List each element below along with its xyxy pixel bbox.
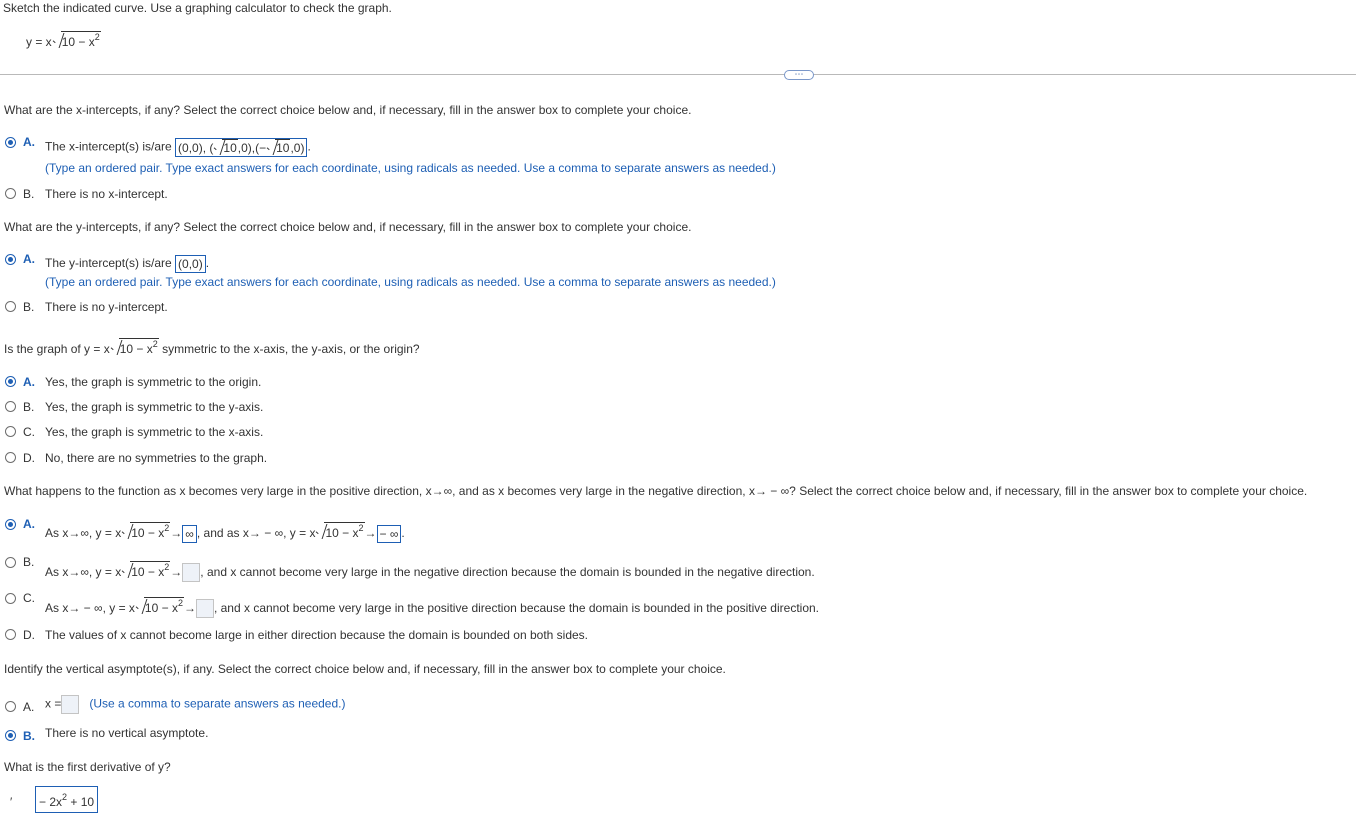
end-behavior-option-c-letter: C. bbox=[23, 591, 35, 605]
symmetry-option-b-radio[interactable] bbox=[5, 401, 16, 412]
symmetry-option-d: No, there are no symmetries to the graph… bbox=[45, 451, 268, 465]
problem-equation: y = x 10 − x2 bbox=[26, 31, 101, 49]
y-intercept-option-b: There is no y-intercept. bbox=[45, 300, 168, 314]
symmetry-option-d-letter: D. bbox=[23, 451, 35, 465]
x-intercept-option-a: The x-intercept(s) is/are (0,0), (10,0),… bbox=[45, 138, 311, 157]
vertical-asymptote-option-b-letter: B. bbox=[23, 729, 35, 743]
vertical-asymptote-option-a-letter: A. bbox=[23, 700, 35, 714]
symmetry-option-b-letter: B. bbox=[23, 400, 35, 414]
y-intercept-option-a-letter: A. bbox=[23, 252, 35, 266]
vertical-asymptote-option-b-radio[interactable] bbox=[5, 730, 16, 741]
end-behavior-option-d-radio[interactable] bbox=[5, 629, 16, 640]
vertical-asymptote-question: Identify the vertical asymptote(s), if a… bbox=[4, 662, 726, 676]
end-behavior-option-b-input[interactable] bbox=[182, 563, 201, 583]
end-behavior-answer-negative[interactable]: − ∞ bbox=[376, 524, 402, 543]
divider bbox=[0, 74, 1356, 75]
y-intercept-answer-box[interactable]: (0,0) bbox=[175, 255, 206, 273]
expand-more-button[interactable]: ⋯ bbox=[784, 70, 814, 80]
symmetry-question: Is the graph of y = x 10 − x2 symmetric t… bbox=[4, 338, 420, 356]
x-intercept-option-b: There is no x-intercept. bbox=[45, 187, 168, 201]
x-intercept-option-a-letter: A. bbox=[23, 135, 35, 149]
y-intercept-question: What are the y-intercepts, if any? Selec… bbox=[4, 220, 692, 234]
x-intercept-option-b-radio[interactable] bbox=[5, 188, 16, 199]
end-behavior-option-d-letter: D. bbox=[23, 628, 35, 642]
x-intercept-option-b-letter: B. bbox=[23, 187, 35, 201]
end-behavior-option-d: The values of x cannot become large in e… bbox=[45, 628, 589, 642]
symmetry-option-a-letter: A. bbox=[23, 375, 35, 389]
symmetry-option-a: Yes, the graph is symmetric to the origi… bbox=[45, 375, 262, 389]
end-behavior-question: What happens to the function as x become… bbox=[4, 484, 1308, 498]
derivative-question: What is the first derivative of y? bbox=[4, 760, 171, 774]
x-intercept-option-a-radio[interactable] bbox=[5, 137, 16, 148]
derivative-answer-box[interactable]: − 2x2 + 10 bbox=[35, 786, 99, 813]
problem-instruction: Sketch the indicated curve. Use a graphi… bbox=[3, 1, 392, 15]
vertical-asymptote-option-a-radio[interactable] bbox=[5, 701, 16, 712]
vertical-asymptote-option-a: x = (Use a comma to separate answers as … bbox=[45, 695, 345, 714]
end-behavior-option-c-radio[interactable] bbox=[5, 593, 16, 604]
end-behavior-option-c: As x→ − ∞, y = x 10 − x2→, and x cannot b… bbox=[45, 597, 819, 619]
x-intercept-answer-box[interactable]: (0,0), (10,0),(− 10,0) bbox=[175, 138, 308, 157]
end-behavior-option-c-input[interactable] bbox=[195, 599, 214, 619]
end-behavior-option-a-letter: A. bbox=[23, 517, 35, 531]
symmetry-option-c: Yes, the graph is symmetric to the x-axi… bbox=[45, 425, 264, 439]
symmetry-option-c-radio[interactable] bbox=[5, 426, 16, 437]
end-behavior-option-b-radio[interactable] bbox=[5, 557, 16, 568]
end-behavior-option-b-letter: B. bbox=[23, 555, 35, 569]
symmetry-option-a-radio[interactable] bbox=[5, 376, 16, 387]
symmetry-option-b: Yes, the graph is symmetric to the y-axi… bbox=[45, 400, 264, 414]
x-intercept-question: What are the x-intercepts, if any? Selec… bbox=[4, 103, 692, 117]
end-behavior-option-a-radio[interactable] bbox=[5, 519, 16, 530]
y-intercept-option-a-radio[interactable] bbox=[5, 254, 16, 265]
symmetry-option-c-letter: C. bbox=[23, 425, 35, 439]
symmetry-option-d-radio[interactable] bbox=[5, 452, 16, 463]
y-intercept-option-b-letter: B. bbox=[23, 300, 35, 314]
end-behavior-option-a: As x→∞, y = x 10 − x2→ ∞, and as x→ − ∞, y… bbox=[45, 522, 405, 543]
vertical-asymptote-option-b: There is no vertical asymptote. bbox=[45, 726, 209, 740]
y-intercept-option-b-radio[interactable] bbox=[5, 301, 16, 312]
x-intercept-hint: (Type an ordered pair. Type exact answer… bbox=[45, 161, 776, 175]
y-intercept-option-a: The y-intercept(s) is/are (0,0). bbox=[45, 255, 210, 273]
end-behavior-option-b: As x→∞, y = x 10 − x2→, and x cannot beco… bbox=[45, 561, 815, 583]
vertical-asymptote-input[interactable] bbox=[61, 695, 80, 714]
derivative-prime-mark: ′ bbox=[10, 795, 13, 809]
y-intercept-hint: (Type an ordered pair. Type exact answer… bbox=[45, 275, 776, 289]
end-behavior-answer-positive[interactable]: ∞ bbox=[182, 524, 197, 543]
